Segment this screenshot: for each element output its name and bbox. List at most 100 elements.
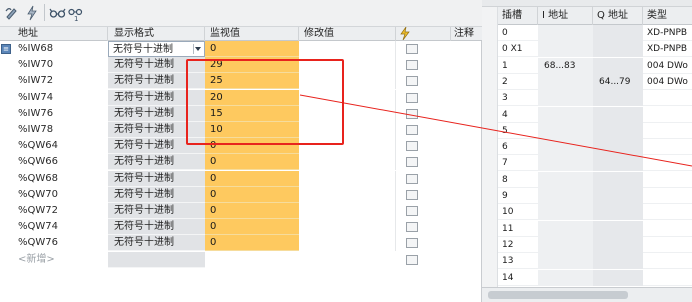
comment-cell[interactable]: [451, 187, 482, 203]
modify-value-cell[interactable]: [299, 235, 396, 252]
slot-cell[interactable]: 9: [498, 188, 538, 204]
i-address-cell[interactable]: 68...83: [538, 57, 593, 74]
device-table-row[interactable]: 11: [498, 220, 692, 237]
q-address-cell[interactable]: [593, 269, 643, 286]
device-table-row[interactable]: 3: [498, 90, 692, 107]
column-address[interactable]: 地址: [0, 27, 108, 41]
add-new-label[interactable]: <新增>: [14, 252, 108, 268]
column-slot[interactable]: 插槽: [498, 7, 538, 25]
address-cell[interactable]: %QW76: [14, 235, 108, 251]
display-format-cell[interactable]: 无符号十进制: [108, 170, 205, 187]
type-cell[interactable]: [643, 107, 692, 123]
modify-checkbox[interactable]: [406, 238, 418, 249]
comment-cell[interactable]: [451, 154, 482, 170]
q-address-cell[interactable]: 64...79: [593, 73, 643, 90]
glasses-icon[interactable]: [48, 3, 67, 22]
display-format-cell[interactable]: 无符号十进制: [108, 203, 205, 219]
watch-table-row[interactable]: %QW74 无符号十进制 0: [0, 219, 482, 236]
modify-value-cell[interactable]: [299, 154, 396, 171]
device-table-row[interactable]: 5: [498, 122, 692, 139]
device-table-row[interactable]: 1 68...83 004 DWo: [498, 57, 692, 74]
row-selector[interactable]: [0, 122, 12, 138]
add-new-row[interactable]: <新增>: [0, 251, 482, 268]
q-address-cell[interactable]: [593, 236, 643, 253]
glasses-single-icon[interactable]: 1: [66, 3, 85, 22]
row-selector[interactable]: [0, 235, 12, 251]
q-address-cell[interactable]: [593, 57, 643, 74]
i-address-cell[interactable]: [538, 220, 593, 237]
row-selector[interactable]: ≡: [0, 41, 12, 57]
watch-table-row[interactable]: %QW76 无符号十进制 0: [0, 235, 482, 252]
modify-value-cell[interactable]: [299, 170, 396, 187]
row-selector[interactable]: [0, 203, 12, 219]
q-address-cell[interactable]: [593, 90, 643, 107]
column-comment[interactable]: 注释: [451, 27, 482, 41]
modify-checkbox[interactable]: [406, 60, 418, 71]
horizontal-scrollbar[interactable]: [482, 287, 692, 302]
device-table-row[interactable]: 12: [498, 236, 692, 253]
comment-cell[interactable]: [451, 235, 482, 251]
q-address-cell[interactable]: [593, 122, 643, 139]
modify-value-cell[interactable]: [299, 219, 396, 236]
edit-icon[interactable]: [2, 3, 21, 22]
slot-cell[interactable]: 0: [498, 25, 538, 41]
column-monitor-value[interactable]: 监视值: [205, 27, 299, 41]
q-address-cell[interactable]: [593, 106, 643, 123]
comment-cell[interactable]: [451, 41, 482, 57]
device-table-row[interactable]: 14: [498, 269, 692, 286]
slot-cell[interactable]: 13: [498, 253, 538, 269]
device-table-row[interactable]: 0 XD-PNPB: [498, 25, 692, 41]
device-table-row[interactable]: 4: [498, 106, 692, 123]
comment-cell[interactable]: [451, 106, 482, 122]
display-format-cell[interactable]: 无符号十进制: [108, 235, 205, 252]
type-cell[interactable]: [643, 253, 692, 269]
modify-checkbox[interactable]: [406, 222, 418, 233]
chevron-down-icon[interactable]: [193, 44, 202, 54]
i-address-cell[interactable]: [538, 41, 593, 58]
slot-cell[interactable]: 6: [498, 139, 538, 155]
slot-cell[interactable]: 3: [498, 90, 538, 106]
comment-cell[interactable]: [451, 171, 482, 187]
type-cell[interactable]: [643, 204, 692, 220]
device-table-row[interactable]: 0 X1 XD-PNPB: [498, 41, 692, 58]
modify-value-cell[interactable]: [299, 203, 396, 219]
i-address-cell[interactable]: [538, 236, 593, 253]
q-address-cell[interactable]: [593, 204, 643, 221]
modify-checkbox[interactable]: [406, 108, 418, 119]
column-modify-flag[interactable]: [396, 27, 451, 41]
q-address-cell[interactable]: [593, 155, 643, 172]
i-address-cell[interactable]: [538, 90, 593, 107]
comment-cell[interactable]: [451, 219, 482, 235]
i-address-cell[interactable]: [538, 171, 593, 188]
row-selector[interactable]: [0, 138, 12, 154]
display-format-cell[interactable]: [108, 251, 205, 268]
i-address-cell[interactable]: [538, 106, 593, 123]
address-cell[interactable]: %QW64: [14, 138, 108, 154]
q-address-cell[interactable]: [593, 139, 643, 156]
modify-value-cell[interactable]: [299, 186, 396, 203]
address-cell[interactable]: %IW68: [14, 41, 108, 57]
modify-checkbox[interactable]: [406, 189, 418, 200]
device-table-row[interactable]: 2 64...79 004 DWo: [498, 73, 692, 90]
column-type[interactable]: 类型: [643, 7, 692, 25]
slot-cell[interactable]: 1: [498, 58, 538, 74]
modify-checkbox[interactable]: [406, 206, 418, 216]
q-address-cell[interactable]: [593, 188, 643, 204]
device-table-row[interactable]: 6: [498, 139, 692, 156]
i-address-cell[interactable]: [538, 25, 593, 41]
i-address-cell[interactable]: [538, 253, 593, 270]
modify-checkbox[interactable]: [406, 125, 418, 135]
comment-cell[interactable]: [451, 138, 482, 154]
slot-cell[interactable]: 10: [498, 204, 538, 220]
type-cell[interactable]: XD-PNPB: [643, 25, 692, 41]
slot-cell[interactable]: 12: [498, 237, 538, 253]
watch-table-row[interactable]: %QW68 无符号十进制 0: [0, 170, 482, 187]
address-cell[interactable]: %IW76: [14, 106, 108, 122]
address-cell[interactable]: %QW68: [14, 171, 108, 187]
address-cell[interactable]: %IW72: [14, 73, 108, 89]
column-q-address[interactable]: Q 地址: [593, 7, 643, 25]
address-cell[interactable]: %IW78: [14, 122, 108, 138]
type-cell[interactable]: [643, 172, 692, 188]
row-selector[interactable]: [0, 106, 12, 122]
row-selector[interactable]: [0, 57, 12, 73]
